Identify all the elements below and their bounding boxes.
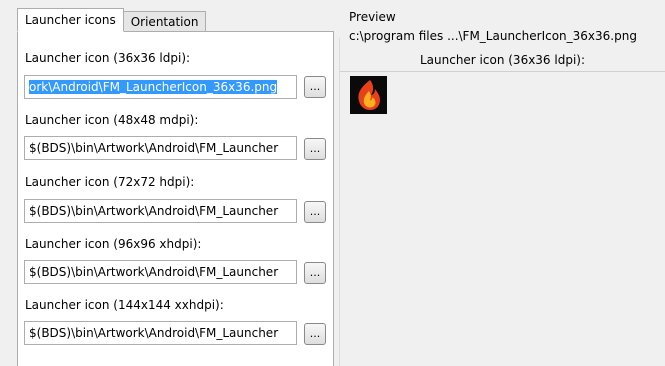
xxhdpi-path-value: $(BDS)\bin\Artwork\Android\FM_Launcher — [29, 326, 279, 340]
preview-caption: Launcher icon (36x36 ldpi): — [419, 53, 586, 67]
hdpi-path-value: $(BDS)\bin\Artwork\Android\FM_Launcher — [29, 204, 279, 218]
hdpi-path-input[interactable]: $(BDS)\bin\Artwork\Android\FM_Launcher — [24, 199, 297, 223]
xxhdpi-path-input[interactable]: $(BDS)\bin\Artwork\Android\FM_Launcher — [24, 321, 297, 345]
hdpi-browse-button[interactable]: ... — [304, 201, 326, 223]
xhdpi-label: Launcher icon (96x96 xhdpi): — [25, 237, 202, 251]
xhdpi-path-value: $(BDS)\bin\Artwork\Android\FM_Launcher — [29, 265, 279, 279]
preview-title: Preview — [349, 10, 396, 24]
mdpi-path-input[interactable]: $(BDS)\bin\Artwork\Android\FM_Launcher — [24, 136, 297, 160]
hdpi-label: Launcher icon (72x72 hdpi): — [25, 175, 195, 189]
mdpi-label: Launcher icon (48x48 mdpi): — [25, 113, 199, 127]
flame-icon — [358, 80, 380, 110]
ldpi-path-value: ork\Android\FM_LauncherIcon_36x36.png — [29, 80, 278, 94]
panel-separator — [339, 38, 340, 366]
launcher-icons-panel: Launcher icon (36x36 ldpi): ork\Android\… — [17, 31, 334, 366]
xxhdpi-label: Launcher icon (144x144 xxhdpi): — [25, 298, 224, 312]
mdpi-path-value: $(BDS)\bin\Artwork\Android\FM_Launcher — [29, 141, 279, 155]
mdpi-browse-button[interactable]: ... — [304, 138, 326, 160]
xxhdpi-browse-button[interactable]: ... — [304, 323, 326, 345]
preview-path: c:\program files ...\FM_LauncherIcon_36x… — [349, 29, 637, 43]
tab-strip: Launcher icons Orientation — [17, 8, 207, 32]
launcher-icon-preview — [350, 76, 387, 114]
tab-orientation[interactable]: Orientation — [122, 11, 207, 32]
xhdpi-path-input[interactable]: $(BDS)\bin\Artwork\Android\FM_Launcher — [24, 260, 297, 284]
tab-launcher-icons[interactable]: Launcher icons — [17, 8, 124, 32]
preview-divider — [340, 71, 665, 72]
ldpi-browse-button[interactable]: ... — [304, 76, 326, 98]
ldpi-label: Launcher icon (36x36 ldpi): — [25, 51, 191, 65]
xhdpi-browse-button[interactable]: ... — [304, 262, 326, 284]
launcher-icons-dialog: Launcher icons Orientation Launcher icon… — [0, 0, 665, 366]
ldpi-path-input[interactable]: ork\Android\FM_LauncherIcon_36x36.png — [24, 75, 297, 99]
